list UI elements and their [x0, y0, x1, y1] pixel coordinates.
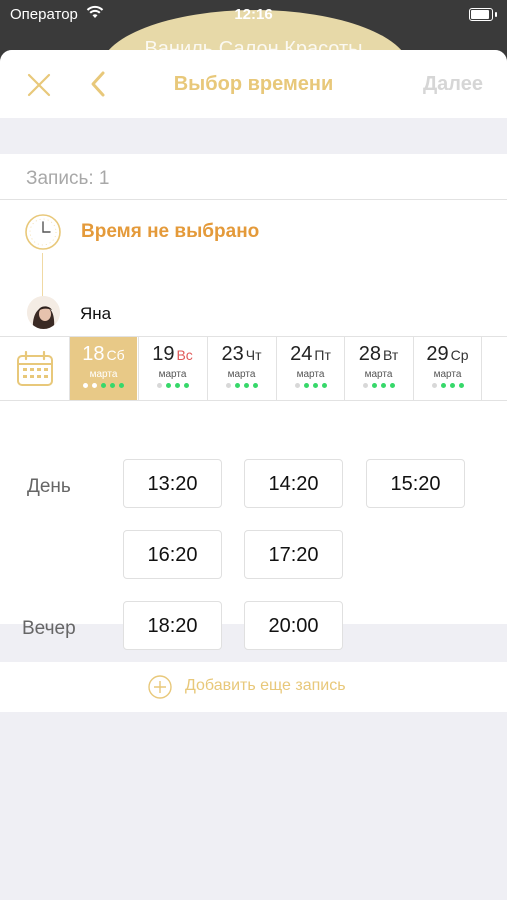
availability-dots: [345, 383, 412, 389]
date-weekday: Пт: [314, 347, 331, 363]
availability-dot: [101, 383, 106, 388]
date-item-header: 18 Сб: [70, 343, 137, 369]
record-card: Запись: 1 Время не выбрано Яна 18 Сб мар…: [0, 154, 507, 650]
booking-sheet: Выбор времени Далее Запись: 1 Время не в…: [0, 50, 507, 900]
availability-dot: [458, 383, 464, 388]
date-picker-strip: 18 Сб марта 19 Вс марта 23 Чт марта 24 Пт марта 28 Вт…: [0, 336, 507, 401]
date-number: 19: [152, 343, 175, 365]
time-slot[interactable]: 14:20: [244, 459, 343, 508]
date-item[interactable]: 28 Вт марта: [344, 337, 412, 400]
date-weekday: Вс: [176, 347, 193, 363]
battery-icon: [469, 8, 497, 21]
date-month: марта: [296, 369, 325, 380]
date-weekday: Ср: [450, 347, 469, 363]
divider: [0, 199, 507, 200]
availability-dot: [303, 383, 309, 388]
master-avatar: [27, 296, 60, 329]
availability-dot: [371, 383, 377, 388]
calendar-icon[interactable]: [16, 351, 54, 387]
date-item[interactable]: 29 Ср марта: [413, 337, 481, 400]
date-number: 29: [426, 343, 449, 365]
date-item[interactable]: 18 Сб марта: [69, 337, 137, 400]
availability-dot: [156, 383, 162, 388]
period-label-evening: Вечер: [22, 618, 76, 639]
availability-dot: [174, 383, 180, 388]
period-label-day: День: [27, 476, 71, 497]
availability-dots: [414, 383, 481, 389]
availability-dot: [234, 383, 240, 388]
availability-dot: [165, 383, 171, 388]
availability-dot: [440, 383, 446, 388]
date-item-header: 24 Пт: [277, 343, 344, 369]
nav-bar: Выбор времени Далее: [0, 50, 507, 118]
date-weekday: Вт: [382, 347, 399, 363]
date-item-header: 1: [482, 343, 507, 369]
availability-dots: [208, 383, 275, 389]
availability-dot: [449, 383, 455, 388]
time-slot[interactable]: 13:20: [123, 459, 222, 508]
time-slot[interactable]: 18:20: [123, 601, 222, 650]
date-weekday: Чт: [245, 347, 262, 363]
time-slot[interactable]: 20:00: [244, 601, 343, 650]
availability-dot: [119, 383, 124, 388]
plus-circle-icon: [148, 675, 172, 699]
availability-dot: [252, 383, 258, 388]
date-month: марта: [227, 369, 256, 380]
time-slot[interactable]: 15:20: [366, 459, 465, 508]
date-month: марта: [158, 369, 187, 380]
time-slot[interactable]: 17:20: [244, 530, 343, 579]
availability-dots: [277, 383, 344, 389]
date-number: 24: [290, 343, 313, 365]
date-item-header: 29 Ср: [414, 343, 481, 369]
clock-icon: [25, 214, 61, 250]
time-slot[interactable]: 16:20: [123, 530, 222, 579]
status-bar: Оператор 12:16: [0, 0, 507, 30]
availability-dots: [482, 383, 507, 389]
date-month: марта: [89, 369, 118, 380]
date-item-header: 28 Вт: [345, 343, 412, 369]
date-number: 18: [82, 343, 105, 365]
date-item[interactable]: 23 Чт марта: [207, 337, 275, 400]
availability-dot: [362, 383, 368, 388]
date-item-header: 23 Чт: [208, 343, 275, 369]
status-time: 12:16: [234, 6, 273, 23]
availability-dot: [183, 383, 189, 388]
availability-dots: [70, 383, 137, 389]
availability-dot: [92, 383, 97, 388]
add-record-button[interactable]: Добавить еще запись: [0, 662, 507, 712]
record-number-label: Запись: 1: [26, 168, 110, 189]
availability-dot: [294, 383, 300, 388]
date-item[interactable]: 19 Вс марта: [138, 337, 206, 400]
availability-dot: [389, 383, 395, 388]
time-status-label: Время не выбрано: [81, 221, 260, 242]
master-name: Яна: [80, 304, 112, 323]
next-button[interactable]: Далее: [423, 73, 483, 96]
availability-dot: [243, 383, 249, 388]
date-number: 23: [221, 343, 244, 365]
date-item[interactable]: 1а: [481, 337, 507, 400]
date-item-header: 19 Вс: [139, 343, 206, 369]
date-month: марта: [364, 369, 393, 380]
availability-dots: [139, 383, 206, 389]
date-number: 28: [358, 343, 381, 365]
availability-dot: [225, 383, 231, 388]
date-weekday: Сб: [106, 347, 125, 363]
availability-dot: [380, 383, 386, 388]
availability-dot: [110, 383, 115, 388]
availability-dot: [83, 383, 88, 388]
availability-dot: [312, 383, 318, 388]
date-month: марта: [433, 369, 462, 380]
date-month: а: [482, 369, 507, 380]
availability-dot: [431, 383, 437, 388]
date-item[interactable]: 24 Пт марта: [276, 337, 344, 400]
add-record-label: Добавить еще запись: [185, 677, 346, 694]
availability-dot: [321, 383, 327, 388]
